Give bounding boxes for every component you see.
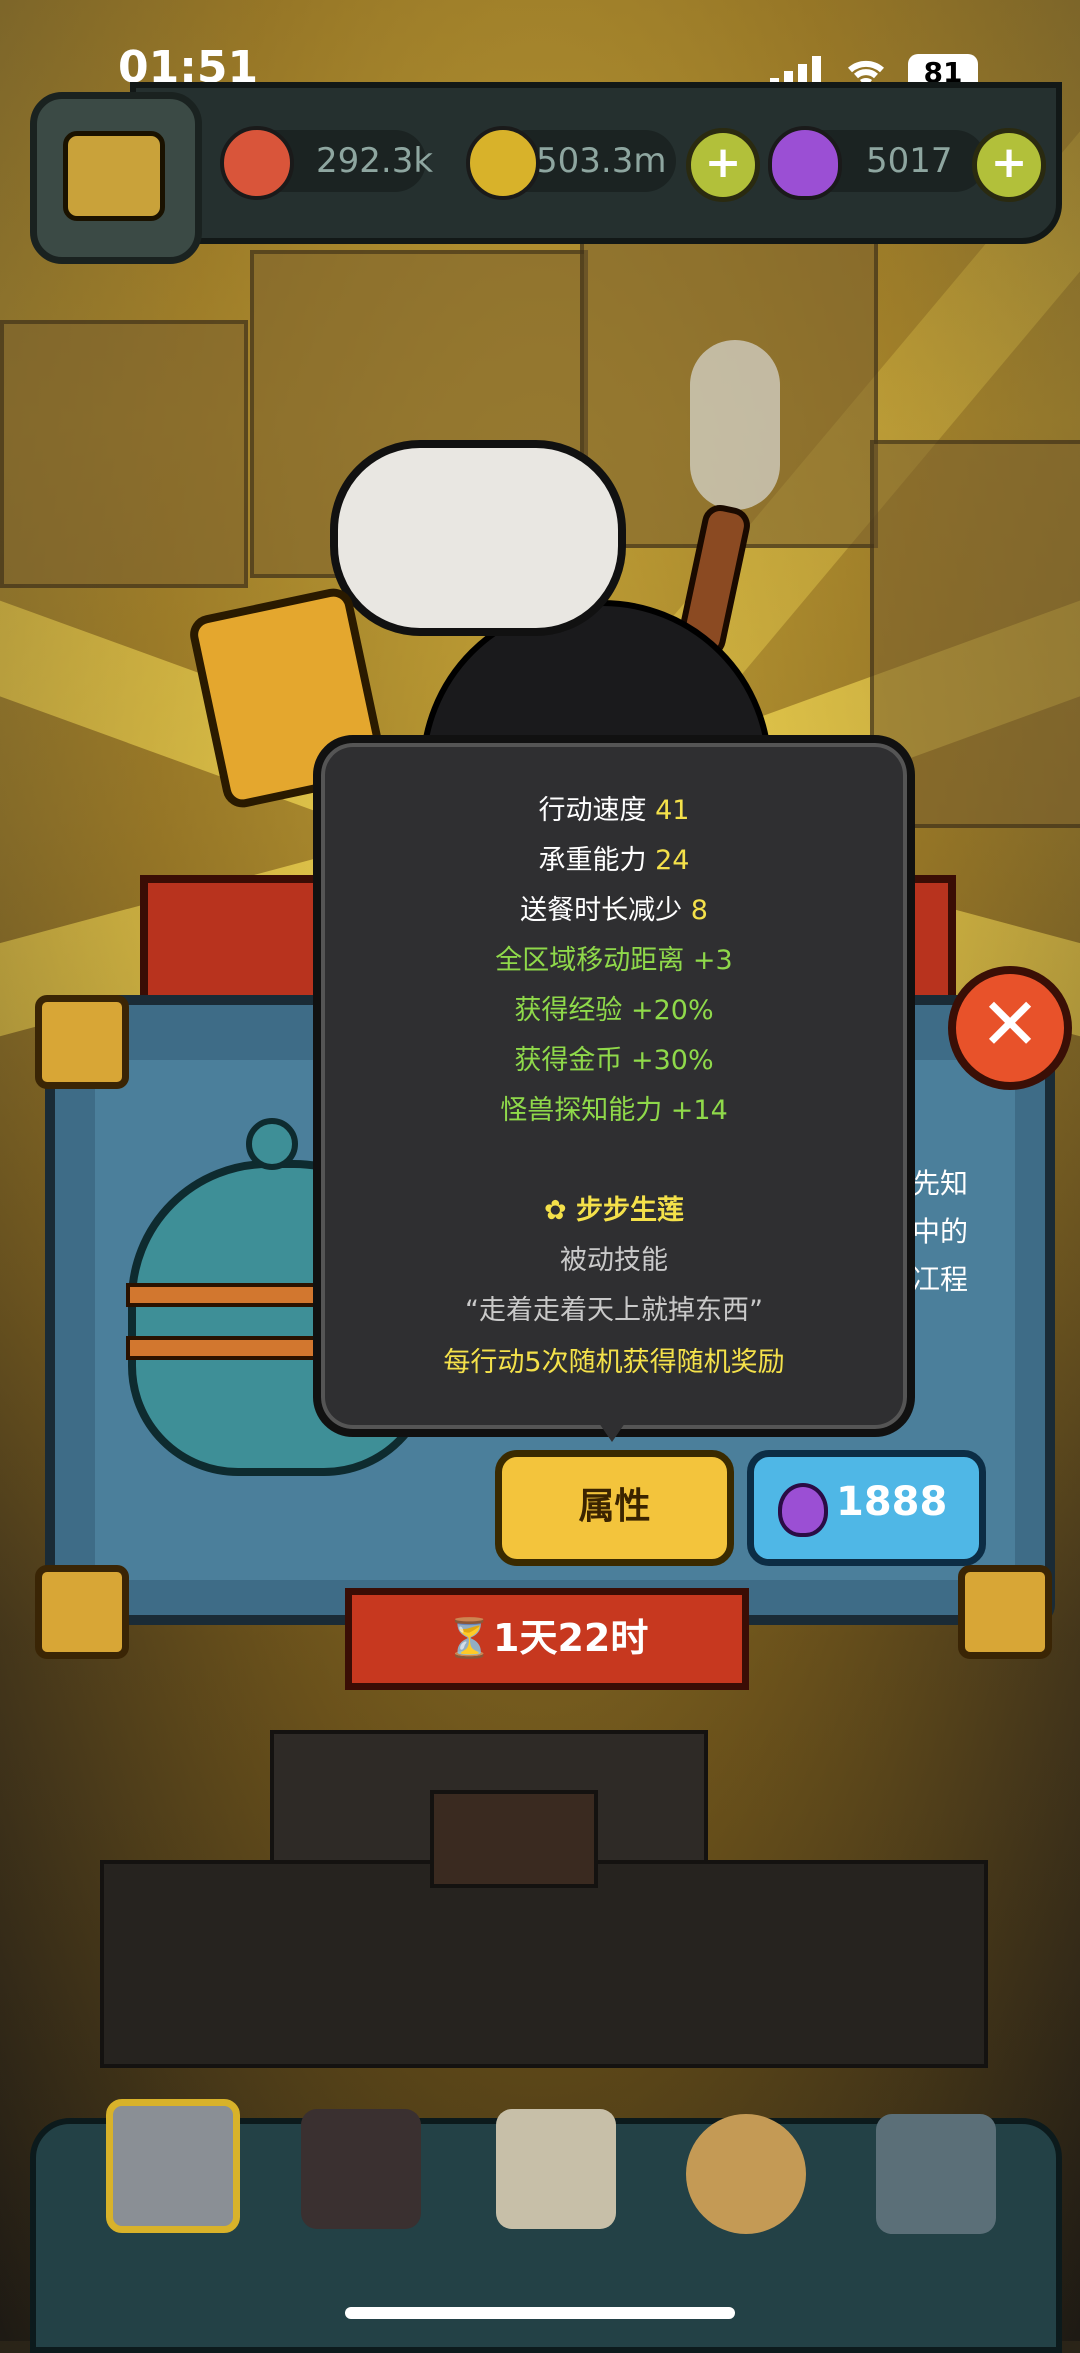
potion-icon bbox=[768, 126, 842, 200]
stat-row: 行动速度 41 bbox=[321, 788, 907, 827]
stat-value: 41 bbox=[655, 795, 690, 826]
stat-row: 承重能力 24 bbox=[321, 838, 907, 877]
bonus-row: 获得经验 +20% bbox=[514, 995, 714, 1026]
skill-name: 步步生莲 bbox=[576, 1195, 685, 1226]
eyeball-icon bbox=[220, 126, 294, 200]
restaurant-logo-icon bbox=[63, 131, 165, 221]
stat-row: 送餐时长减少 8 bbox=[321, 888, 907, 927]
stat-label: 送餐时长减少 bbox=[520, 895, 683, 926]
skill-effect: 每行动5次随机获得随机奖励 bbox=[443, 1347, 785, 1378]
description-line: 先知 bbox=[912, 1167, 969, 1200]
restaurant-building bbox=[0, 320, 248, 588]
gold-resource-value: 503.3m bbox=[536, 141, 667, 181]
purchase-button[interactable]: 1888 bbox=[747, 1450, 986, 1566]
nav-grid-menu-icon[interactable] bbox=[876, 2114, 996, 2234]
bonus-row: 怪兽探知能力 +14 bbox=[500, 1095, 728, 1126]
skill-type: 被动技能 bbox=[560, 1245, 668, 1276]
description-line: 冮程 bbox=[912, 1263, 969, 1296]
close-button[interactable]: ✕ bbox=[948, 966, 1072, 1090]
bonus-row: 获得金币 +30% bbox=[514, 1045, 714, 1076]
resource-hud: 292.3k 503.3m + 5017 + bbox=[130, 82, 1062, 244]
attributes-button[interactable]: 属性 bbox=[495, 1450, 734, 1566]
stat-label: 行动速度 bbox=[538, 795, 647, 826]
stat-value: 8 bbox=[690, 895, 708, 926]
timer-text: 1天22时 bbox=[493, 1616, 649, 1660]
description-fragment: 先知 中的 冮程 bbox=[912, 1160, 992, 1304]
nav-book-icon[interactable] bbox=[496, 2109, 616, 2229]
restaurant-avatar-button[interactable] bbox=[30, 92, 202, 264]
kitchen-floor bbox=[100, 1860, 988, 2068]
stat-label: 承重能力 bbox=[538, 845, 647, 876]
timer-ribbon: ⏳1天22时 bbox=[345, 1588, 749, 1690]
skill-name-row: ✿ 步步生莲 bbox=[321, 1188, 907, 1227]
tooltip-pointer bbox=[590, 1410, 634, 1442]
add-gold-button[interactable]: + bbox=[686, 128, 760, 202]
hourglass-icon: ⏳ bbox=[445, 1616, 493, 1660]
panel-corner-ornament bbox=[35, 1565, 129, 1659]
home-indicator bbox=[345, 2307, 735, 2319]
potion-resource-value: 5017 bbox=[866, 141, 953, 181]
stove bbox=[430, 1790, 598, 1888]
potion-icon bbox=[778, 1483, 828, 1537]
attributes-tooltip: 行动速度 41 承重能力 24 送餐时长减少 8 全区域移动距离 +3 获得经验… bbox=[313, 735, 915, 1437]
description-line: 中的 bbox=[912, 1215, 969, 1248]
antenna-eye-icon bbox=[246, 1118, 298, 1170]
nav-money-bag-icon[interactable] bbox=[686, 2114, 806, 2234]
purchase-price: 1888 bbox=[836, 1479, 948, 1525]
bonus-row: 全区域移动距离 +3 bbox=[495, 945, 733, 976]
smoke-decoration bbox=[690, 340, 780, 510]
skill-quote: “走着走着天上就掉东西” bbox=[465, 1295, 763, 1326]
panel-corner-ornament bbox=[35, 995, 129, 1089]
panel-corner-ornament bbox=[958, 1565, 1052, 1659]
nav-restaurant-icon[interactable] bbox=[106, 2099, 240, 2233]
eyeball-resource-value: 292.3k bbox=[316, 141, 434, 181]
add-potion-button[interactable]: + bbox=[972, 128, 1046, 202]
gold-coin-icon bbox=[466, 126, 540, 200]
stat-value: 24 bbox=[655, 845, 690, 876]
lotus-icon: ✿ bbox=[543, 1195, 567, 1226]
nav-monsters-icon[interactable] bbox=[301, 2109, 421, 2229]
chef-hat-decoration bbox=[330, 440, 626, 636]
